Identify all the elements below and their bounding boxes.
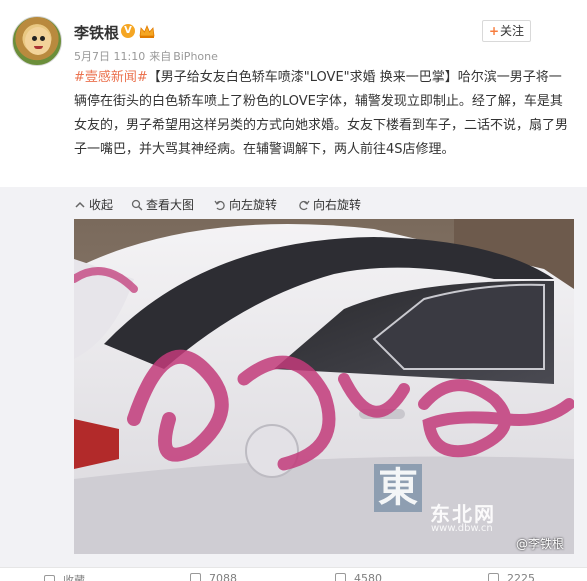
avatar-eye: [32, 36, 37, 41]
post-date[interactable]: 5月7日 11:10: [74, 50, 145, 63]
verified-badge-icon: V: [121, 24, 135, 38]
source-prefix: 来自: [149, 50, 172, 63]
comment-count: 4580: [354, 572, 382, 581]
follow-label: 关注: [500, 24, 525, 38]
like-count: 2225: [507, 572, 535, 581]
view-large-label: 查看大图: [146, 198, 195, 212]
comment-button[interactable]: 4580: [335, 572, 382, 581]
hashtag-link[interactable]: #壹感新闻#: [74, 70, 148, 85]
favorite-label: 收藏: [63, 574, 85, 581]
like-button[interactable]: 2225: [488, 572, 535, 581]
collapse-button[interactable]: 收起: [74, 196, 113, 213]
collapse-label: 收起: [89, 198, 114, 212]
post-headline: 【男子给女友白色轿车喷漆"LOVE"求婚 换来一巴掌】: [147, 70, 458, 85]
avatar-face: [25, 27, 51, 55]
rotate-right-label: 向右旋转: [313, 198, 362, 212]
watermark-url: www.dbw.cn: [431, 523, 493, 534]
post-source[interactable]: BiPhone: [173, 50, 218, 63]
rotate-left-icon: [214, 200, 225, 210]
repost-count: 7088: [209, 572, 237, 581]
plus-icon: +: [488, 24, 500, 38]
rotate-left-label: 向左旋转: [229, 198, 278, 212]
view-large-button[interactable]: 查看大图: [131, 196, 194, 213]
follow-button[interactable]: +关注: [482, 20, 531, 42]
post-meta: 5月7日 11:10 来自 BiPhone: [74, 48, 222, 64]
post-text: #壹感新闻#【男子给女友白色轿车喷漆"LOVE"求婚 换来一巴掌】哈尔滨一男子将…: [74, 66, 574, 162]
username[interactable]: 李铁根: [74, 22, 119, 43]
svg-text:東: 東: [378, 464, 418, 511]
weibo-post: 李铁根 V 5月7日 11:10 来自 BiPhone +关注 #壹感新闻#【男子给…: [0, 0, 587, 581]
action-bar: 收藏 7088 4580 2225: [0, 567, 587, 581]
thumbs-up-icon: [488, 573, 499, 581]
rotate-right-button[interactable]: 向右旋转: [298, 196, 361, 213]
repost-button[interactable]: 7088: [190, 572, 237, 581]
rotate-right-icon: [299, 200, 310, 210]
watermark-user: @李铁根: [516, 537, 565, 551]
crown-icon: [139, 25, 155, 38]
repost-icon: [190, 573, 201, 581]
car-photo: 東: [74, 219, 574, 554]
zoom-icon: [131, 199, 143, 211]
comment-icon: [335, 573, 346, 581]
avatar-eye: [40, 36, 45, 41]
collapse-icon: [75, 201, 85, 208]
rotate-left-button[interactable]: 向左旋转: [214, 196, 277, 213]
post-image[interactable]: 東: [74, 219, 574, 554]
favorite-button[interactable]: 收藏: [44, 572, 85, 581]
avatar[interactable]: [12, 16, 62, 66]
star-icon: [44, 574, 55, 581]
